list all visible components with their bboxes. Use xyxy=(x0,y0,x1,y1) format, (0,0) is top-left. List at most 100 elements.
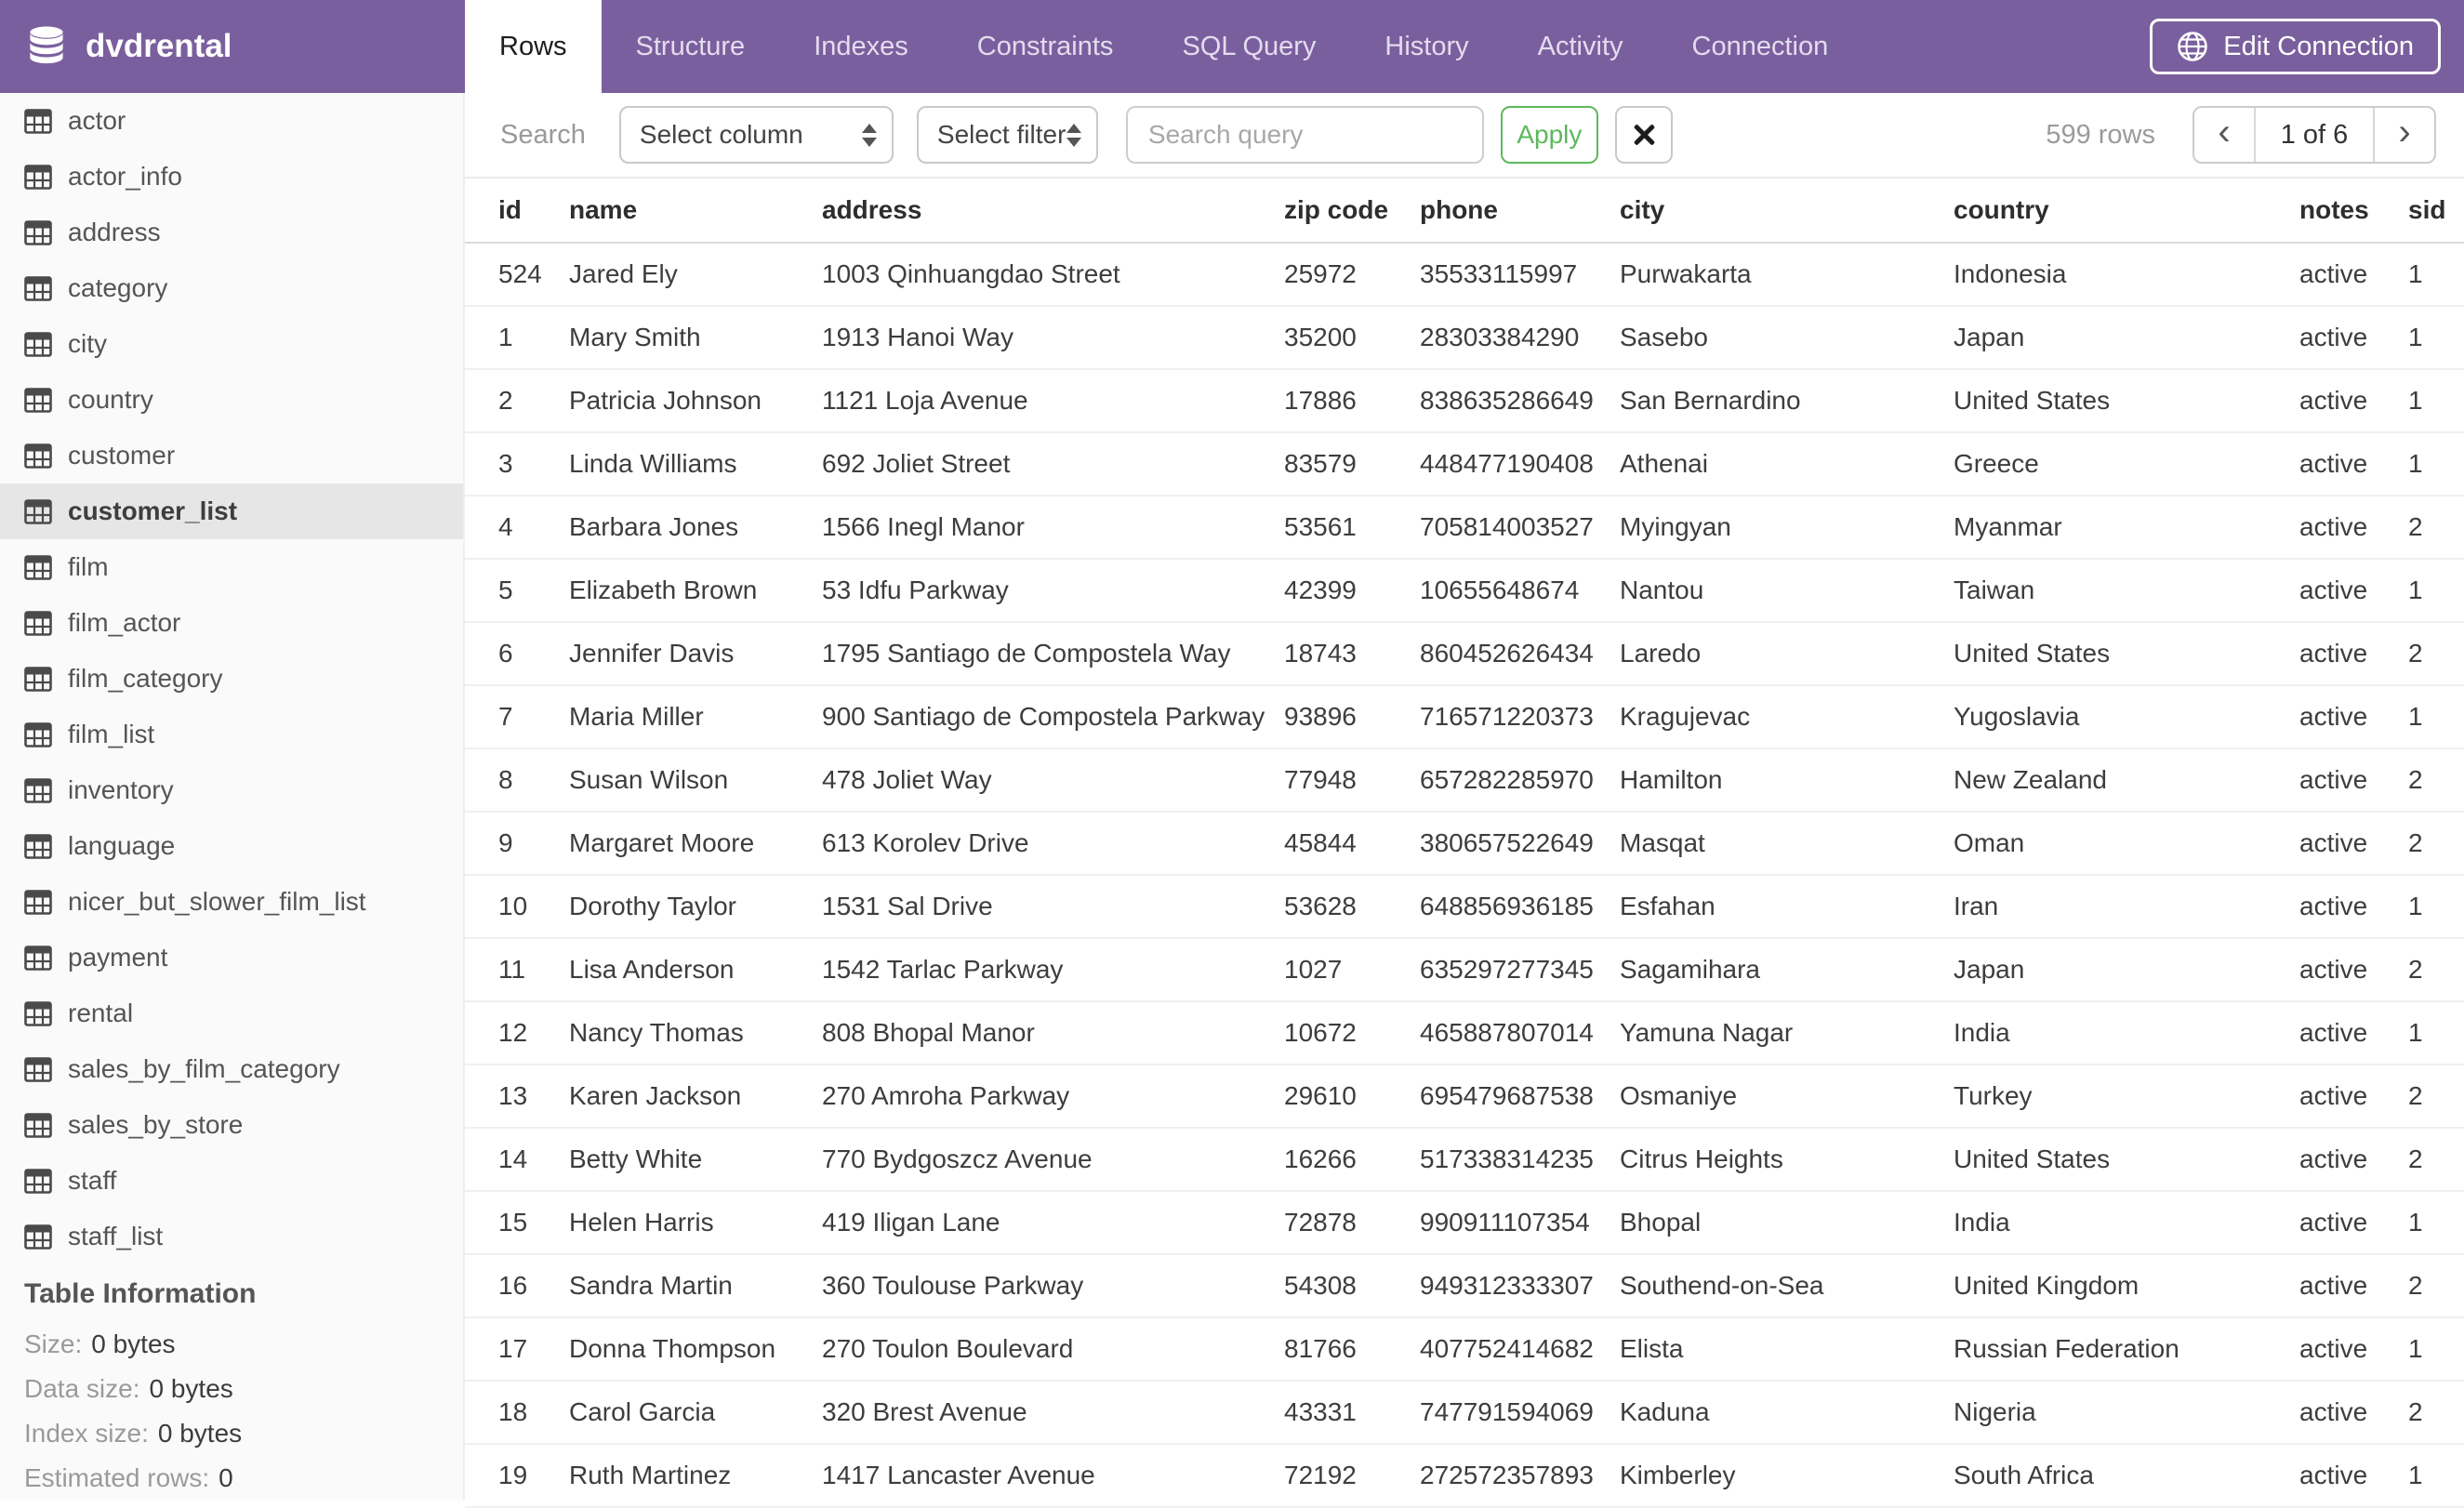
cell-zip-code: 17886 xyxy=(1284,386,1420,416)
tab-connection[interactable]: Connection xyxy=(1658,0,1863,93)
sidebar-item-label: film xyxy=(68,552,109,582)
cell-country: Myanmar xyxy=(1954,512,2299,542)
cell-id: 16 xyxy=(498,1271,569,1301)
cell-name: Sandra Martin xyxy=(569,1271,822,1301)
sidebar-item-actor[interactable]: actor xyxy=(0,93,463,149)
sidebar-item-language[interactable]: language xyxy=(0,818,463,874)
table-row[interactable]: 9Margaret Moore613 Korolev Drive45844380… xyxy=(465,813,2464,876)
cell-address: 692 Joliet Street xyxy=(822,449,1284,479)
table-row[interactable]: 10Dorothy Taylor1531 Sal Drive5362864885… xyxy=(465,876,2464,939)
column-header-zip-code[interactable]: zip code xyxy=(1284,195,1420,225)
cell-id: 524 xyxy=(498,259,569,289)
cell-notes: active xyxy=(2299,1271,2408,1301)
app-logo: dvdrental xyxy=(0,0,465,93)
tab-constraints[interactable]: Constraints xyxy=(943,0,1148,93)
sidebar-item-customer-list[interactable]: customer_list xyxy=(0,483,463,539)
filter-select[interactable]: Select filter xyxy=(917,106,1098,164)
column-header-name[interactable]: name xyxy=(569,195,822,225)
column-header-id[interactable]: id xyxy=(498,195,569,225)
sidebar-item-inventory[interactable]: inventory xyxy=(0,762,463,818)
sidebar-item-staff[interactable]: staff xyxy=(0,1153,463,1209)
column-select[interactable]: Select column xyxy=(619,106,894,164)
table-row[interactable]: 15Helen Harris419 Iligan Lane72878990911… xyxy=(465,1192,2464,1255)
cell-sid: 1 xyxy=(2408,259,2464,289)
cell-zip-code: 45844 xyxy=(1284,828,1420,858)
sidebar-item-actor-info[interactable]: actor_info xyxy=(0,149,463,205)
table-row[interactable]: 7Maria Miller900 Santiago de Compostela … xyxy=(465,686,2464,749)
column-header-city[interactable]: city xyxy=(1620,195,1954,225)
table-row[interactable]: 1Mary Smith1913 Hanoi Way352002830338429… xyxy=(465,307,2464,370)
cell-notes: active xyxy=(2299,1334,2408,1364)
sidebar-item-city[interactable]: city xyxy=(0,316,463,372)
cell-city: Hamilton xyxy=(1620,765,1954,795)
sidebar-item-label: actor_info xyxy=(68,162,182,192)
sidebar-item-rental[interactable]: rental xyxy=(0,985,463,1041)
table-row[interactable]: 19Ruth Martinez1417 Lancaster Avenue7219… xyxy=(465,1445,2464,1508)
sidebar-item-country[interactable]: country xyxy=(0,372,463,428)
tab-rows[interactable]: Rows xyxy=(465,0,602,93)
cell-notes: active xyxy=(2299,765,2408,795)
clear-search-button[interactable] xyxy=(1615,106,1673,164)
table-row[interactable]: 18Carol Garcia320 Brest Avenue4333174779… xyxy=(465,1382,2464,1445)
column-header-sid[interactable]: sid xyxy=(2408,195,2464,225)
sidebar-item-film-category[interactable]: film_category xyxy=(0,651,463,707)
cell-country: Russian Federation xyxy=(1954,1334,2299,1364)
table-row[interactable]: 8Susan Wilson478 Joliet Way7794865728228… xyxy=(465,749,2464,813)
table-icon xyxy=(24,388,52,413)
table-row[interactable]: 13Karen Jackson270 Amroha Parkway2961069… xyxy=(465,1065,2464,1129)
sidebar-item-staff-list[interactable]: staff_list xyxy=(0,1209,463,1264)
sidebar-item-payment[interactable]: payment xyxy=(0,930,463,985)
sidebar-item-address[interactable]: address xyxy=(0,205,463,260)
sidebar-item-sales-by-film-category[interactable]: sales_by_film_category xyxy=(0,1041,463,1097)
sidebar-item-label: city xyxy=(68,329,107,359)
table-icon xyxy=(24,276,52,301)
cell-phone: 10655648674 xyxy=(1420,575,1620,605)
search-query-input[interactable] xyxy=(1126,106,1484,164)
column-header-notes[interactable]: notes xyxy=(2299,195,2408,225)
cell-phone: 705814003527 xyxy=(1420,512,1620,542)
sidebar-item-sales-by-store[interactable]: sales_by_store xyxy=(0,1097,463,1153)
sidebar-item-nicer-but-slower-film-list[interactable]: nicer_but_slower_film_list xyxy=(0,874,463,930)
table-row[interactable]: 6Jennifer Davis1795 Santiago de Composte… xyxy=(465,623,2464,686)
table-row[interactable]: 17Donna Thompson270 Toulon Boulevard8176… xyxy=(465,1318,2464,1382)
table-row[interactable]: 3Linda Williams692 Joliet Street83579448… xyxy=(465,433,2464,496)
sidebar-item-label: country xyxy=(68,385,153,415)
column-header-country[interactable]: country xyxy=(1954,195,2299,225)
table-row[interactable]: 2Patricia Johnson1121 Loja Avenue1788683… xyxy=(465,370,2464,433)
cell-phone: 272572357893 xyxy=(1420,1461,1620,1490)
next-page-button[interactable]: › xyxy=(2375,108,2434,162)
apply-button[interactable]: Apply xyxy=(1501,106,1598,164)
sidebar-item-film[interactable]: film xyxy=(0,539,463,595)
cell-zip-code: 35200 xyxy=(1284,323,1420,352)
cell-sid: 2 xyxy=(2408,1271,2464,1301)
cell-sid: 1 xyxy=(2408,1334,2464,1364)
column-header-address[interactable]: address xyxy=(822,195,1284,225)
cell-phone: 648856936185 xyxy=(1420,892,1620,921)
table-row[interactable]: 5Elizabeth Brown53 Idfu Parkway423991065… xyxy=(465,560,2464,623)
cell-zip-code: 53561 xyxy=(1284,512,1420,542)
table-row[interactable]: 12Nancy Thomas808 Bhopal Manor1067246588… xyxy=(465,1002,2464,1065)
table-row[interactable]: 16Sandra Martin360 Toulouse Parkway54308… xyxy=(465,1255,2464,1318)
tab-structure[interactable]: Structure xyxy=(602,0,780,93)
sidebar-item-film-actor[interactable]: film_actor xyxy=(0,595,463,651)
table-row[interactable]: 14Betty White770 Bydgoszcz Avenue1626651… xyxy=(465,1129,2464,1192)
cell-id: 19 xyxy=(498,1461,569,1490)
tab-history[interactable]: History xyxy=(1350,0,1503,93)
cell-sid: 1 xyxy=(2408,449,2464,479)
column-header-phone[interactable]: phone xyxy=(1420,195,1620,225)
table-row[interactable]: 11Lisa Anderson1542 Tarlac Parkway102763… xyxy=(465,939,2464,1002)
tab-activity[interactable]: Activity xyxy=(1504,0,1658,93)
cell-name: Ruth Martinez xyxy=(569,1461,822,1490)
sidebar-item-customer[interactable]: customer xyxy=(0,428,463,483)
edit-connection-button[interactable]: Edit Connection xyxy=(2150,19,2441,74)
table-icon xyxy=(24,722,52,747)
sidebar-item-category[interactable]: category xyxy=(0,260,463,316)
table-row[interactable]: 4Barbara Jones1566 Inegl Manor5356170581… xyxy=(465,496,2464,560)
tab-sql-query[interactable]: SQL Query xyxy=(1147,0,1350,93)
prev-page-button[interactable]: ‹ xyxy=(2194,108,2254,162)
table-information-title: Table Information xyxy=(24,1274,463,1315)
sidebar-item-film-list[interactable]: film_list xyxy=(0,707,463,762)
table-row[interactable]: 524Jared Ely1003 Qinhuangdao Street25972… xyxy=(465,244,2464,307)
cell-address: 900 Santiago de Compostela Parkway xyxy=(822,702,1284,732)
tab-indexes[interactable]: Indexes xyxy=(779,0,943,93)
